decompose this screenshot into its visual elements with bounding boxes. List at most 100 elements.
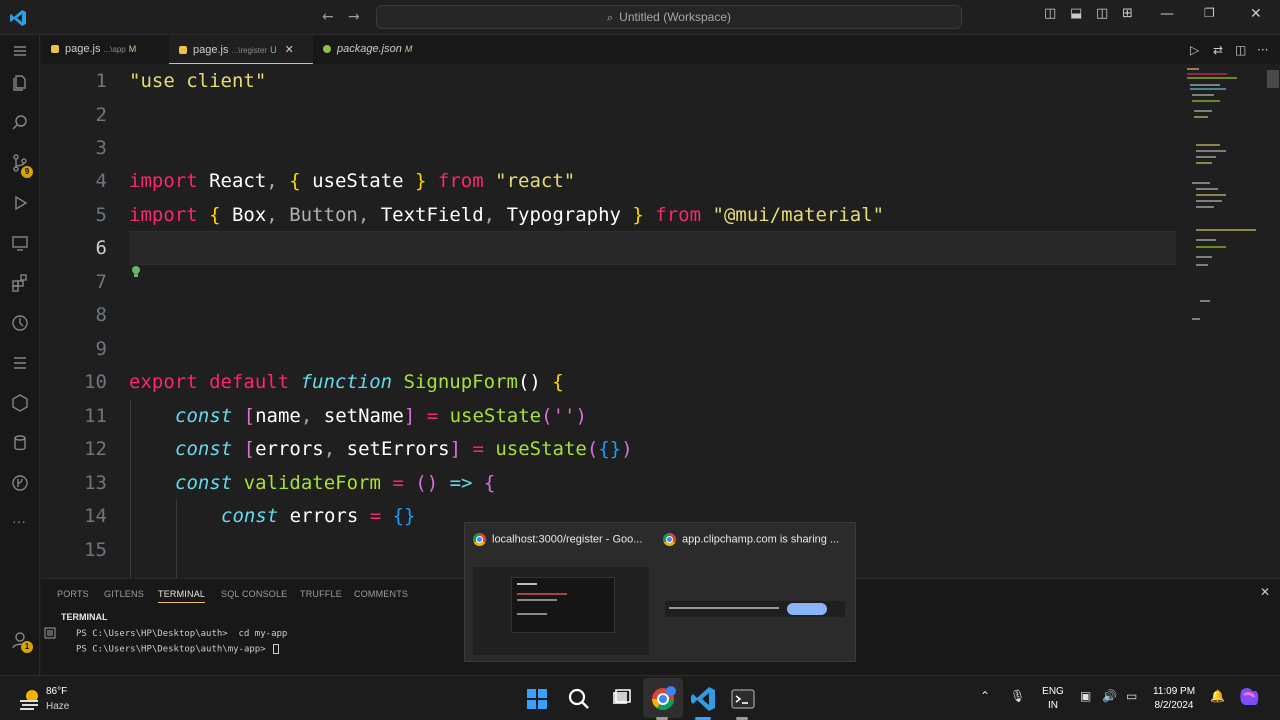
code-token: ( [586,438,599,460]
code-token: () [517,371,541,393]
activity-bar: 9 ··· 1 [0,35,40,675]
panel-tab-truffle[interactable]: TRUFFLE [300,589,342,599]
tab-label: package.json [337,43,402,55]
close-tab-icon[interactable]: ✕ [285,43,294,56]
code-token: errors [255,438,324,460]
back-arrow-icon[interactable]: ← [322,9,334,25]
code-token: = [358,505,393,527]
weather-condition: Haze [46,701,70,712]
code-token: Typography [495,204,633,226]
code-line: 11 const [name, setName] = useState('') [41,399,1176,433]
code-token: {} [392,505,416,527]
panel-tab-sql-console[interactable]: SQL CONSOLE [221,589,287,599]
code-line: 3 [41,131,1176,165]
copilot-icon[interactable] [1236,685,1262,711]
line-number: 1 [95,70,107,92]
terminal-list-icon[interactable] [44,627,56,639]
volume-icon[interactable]: 🔊 [1102,689,1117,703]
editor-scrollbar[interactable] [1266,64,1280,578]
input-language[interactable]: ENG IN [1041,685,1065,713]
line-number: 9 [95,338,107,360]
preview-title-text: localhost:3000/register - Goo... [492,533,643,546]
code-editor[interactable]: 1 "use client" 2 3 4 import React, { useSt… [41,64,1280,578]
forward-arrow-icon[interactable]: → [348,9,360,25]
line-number: 5 [95,204,107,226]
terminal-prompt-line[interactable]: PS C:\Users\HP\Desktop\auth\my-app> [76,644,280,655]
weather-temp: 86°F [46,686,68,697]
code-token: Box [220,204,267,226]
explorer-icon[interactable] [10,73,30,93]
terminal-line: PS C:\Users\HP\Desktop\auth> cd my-app [76,629,288,639]
panel-tab-terminal[interactable]: TERMINAL [158,589,206,603]
battery-icon[interactable]: ▭ [1126,689,1137,703]
close-window-icon[interactable]: ✕ [1250,6,1262,22]
code-token: import [129,204,198,226]
chrome-taskbar-icon[interactable] [648,684,678,714]
code-token: const [175,405,233,427]
code-token: ] [449,438,462,460]
search-icon: ⌕ [607,11,614,24]
json-file-icon [323,45,331,54]
code-token: useState [300,170,416,192]
more-actions-icon[interactable]: ··· [1257,43,1268,57]
testing-icon[interactable] [10,353,30,373]
search-icon[interactable] [10,113,30,133]
microphone-icon[interactable]: 🎙 [1010,689,1025,703]
preview-window-title[interactable]: app.clipchamp.com is sharing ... [663,533,839,546]
code-token: "use client" [129,70,267,92]
system-clock[interactable]: 11:09 PM 8/2/2024 [1148,685,1200,713]
toggle-secondary-sidebar-icon[interactable]: ◫ [1096,6,1108,21]
preview-thumbnail[interactable] [663,559,845,655]
network-icon[interactable]: ▣ [1080,689,1091,703]
close-panel-icon[interactable]: ✕ [1260,585,1270,599]
more-icon[interactable]: ··· [12,513,26,529]
gitlens-icon[interactable] [10,473,30,493]
database-icon[interactable] [10,433,30,453]
terminal-taskbar-icon[interactable] [728,684,758,714]
code-token: validateForm [232,472,381,494]
chrome-icon [663,533,676,546]
accounts-badge: 1 [21,641,33,653]
preview-thumbnail[interactable] [473,559,649,655]
restore-icon[interactable]: ❐ [1204,6,1215,20]
panel-tab-comments[interactable]: COMMENTS [354,589,408,599]
minimap[interactable] [1182,64,1262,324]
search-taskbar-icon[interactable] [564,684,594,714]
code-line: 13 const validateForm = () => { [41,466,1176,500]
panel-tab-gitlens[interactable]: GITLENS [104,589,144,599]
notifications-icon[interactable]: 🔔 [1210,689,1225,703]
tab-page-js-register[interactable]: page.js ...\register U ✕ [169,35,313,64]
toggle-panel-icon[interactable]: ⬓ [1070,6,1082,21]
customize-layout-icon[interactable]: ⊞ [1122,6,1133,21]
truffle-icon[interactable] [10,393,30,413]
extensions-icon[interactable] [10,273,30,293]
code-token: { [197,204,221,226]
line-number: 14 [84,505,107,527]
start-menu-icon[interactable] [522,684,552,714]
vscode-logo-icon[interactable] [9,9,27,27]
split-editor-icon[interactable]: ◫ [1235,43,1246,57]
toggle-primary-sidebar-icon[interactable]: ◫ [1044,6,1056,21]
show-hidden-icons-icon[interactable]: ⌃ [980,689,990,703]
run-debug-icon[interactable] [10,193,30,213]
run-icon[interactable]: ▷ [1190,43,1199,57]
tab-page-js-app[interactable]: page.js ...\app M [51,35,171,64]
panel-tab-ports[interactable]: PORTS [57,589,89,599]
task-view-icon[interactable] [606,684,636,714]
editor-tabs: page.js ...\app M page.js ...\register U ✕ pa… [41,35,1280,64]
vscode-taskbar-icon[interactable] [688,684,718,714]
tab-status: M [404,44,413,54]
preview-window-title[interactable]: localhost:3000/register - Goo... [473,533,642,546]
compare-icon[interactable]: ⇄ [1213,43,1223,57]
menu-icon[interactable] [10,41,30,61]
tab-package-json[interactable]: package.json M [323,35,433,64]
remote-explorer-icon[interactable] [10,233,30,253]
line-number: 3 [95,137,107,159]
scrollbar-thumb[interactable] [1267,70,1279,88]
minimize-icon[interactable]: — [1160,6,1174,22]
line-number: 15 [84,539,107,561]
code-token: {} [598,438,622,460]
timeline-icon[interactable] [10,313,30,333]
code-token: , [266,170,290,192]
command-center-search[interactable]: ⌕ Untitled (Workspace) [376,5,962,29]
